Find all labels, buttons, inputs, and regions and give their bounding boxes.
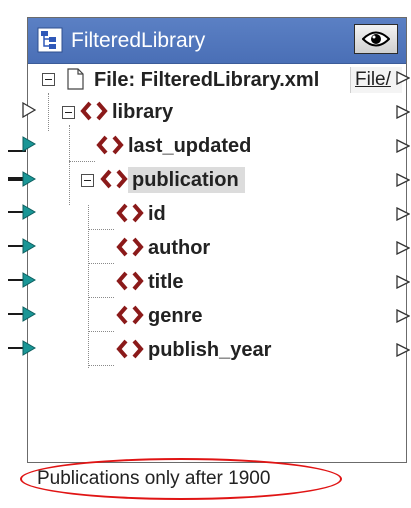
tree-node-id[interactable]: id (28, 199, 406, 229)
component-annotation[interactable]: Publications only after 1900 (37, 467, 270, 491)
tree-node-label: publish_year (148, 339, 272, 361)
tree-node-label: id (148, 203, 166, 225)
tree-node-label: publication (128, 167, 245, 193)
input-port-last-updated[interactable] (22, 136, 36, 152)
tree-guide (88, 331, 114, 332)
xml-element-icon (80, 101, 108, 121)
input-port-publish-year[interactable] (22, 340, 36, 356)
collapse-toggle[interactable] (42, 73, 55, 86)
file-icon (67, 68, 84, 90)
tree-node-genre[interactable]: genre (28, 301, 406, 331)
component-title-bar[interactable]: FilteredLibrary (28, 18, 406, 64)
tree-guide (88, 263, 114, 264)
xml-element-icon (96, 135, 124, 155)
file-row-label: File: FilteredLibrary.xml (94, 69, 320, 91)
file-row[interactable]: File: FilteredLibrary.xml File/ (28, 63, 406, 93)
tree-node-library[interactable]: library (28, 97, 406, 127)
output-port-publication[interactable] (396, 173, 410, 187)
file-button[interactable]: File/ (350, 67, 402, 93)
tree-guide (69, 161, 95, 162)
output-port-publish-year[interactable] (396, 343, 410, 357)
eye-icon (362, 31, 390, 47)
output-port-file[interactable] (396, 71, 410, 85)
input-port-library[interactable] (22, 102, 36, 118)
tree-node-label: author (148, 237, 211, 259)
xml-element-icon (100, 169, 128, 189)
tree-guide (88, 229, 114, 230)
output-port-library[interactable] (396, 105, 410, 119)
tree-node-label: library (112, 101, 174, 123)
tree-node-publication[interactable]: publication (28, 165, 406, 195)
xml-element-icon (116, 237, 144, 257)
xml-element-icon (116, 339, 144, 359)
input-port-id[interactable] (22, 204, 36, 220)
input-port-author[interactable] (22, 238, 36, 254)
tree-node-publish-year[interactable]: publish_year (28, 335, 406, 365)
tree-node-label: genre (148, 305, 203, 327)
tree-node-label: title (148, 271, 184, 293)
collapse-toggle[interactable] (62, 106, 75, 119)
input-port-title[interactable] (22, 272, 36, 288)
tree-node-author[interactable]: author (28, 233, 406, 263)
tree-guide (88, 297, 114, 298)
component-tree-icon (37, 27, 63, 53)
output-port-last-updated[interactable] (396, 139, 410, 153)
output-port-genre[interactable] (396, 309, 410, 323)
input-port-publication[interactable] (22, 171, 36, 187)
output-port-title[interactable] (396, 275, 410, 289)
xml-element-icon (116, 203, 144, 223)
tree-guide (88, 365, 114, 366)
filtered-library-component[interactable]: FilteredLibrary File: FilteredLibrary.xm… (27, 17, 410, 463)
input-port-genre[interactable] (22, 306, 36, 322)
output-port-id[interactable] (396, 207, 410, 221)
output-port-author[interactable] (396, 241, 410, 255)
tree-node-label: last_updated (128, 135, 252, 157)
tree-node-last-updated[interactable]: last_updated (28, 131, 406, 161)
xml-element-icon (116, 271, 144, 291)
tree-node-title[interactable]: title (28, 267, 406, 297)
component-body: File: FilteredLibrary.xml File/ library … (28, 63, 410, 462)
preview-toggle-button[interactable] (354, 24, 398, 54)
xml-element-icon (116, 305, 144, 325)
collapse-toggle[interactable] (81, 174, 94, 187)
component-title: FilteredLibrary (71, 29, 206, 52)
